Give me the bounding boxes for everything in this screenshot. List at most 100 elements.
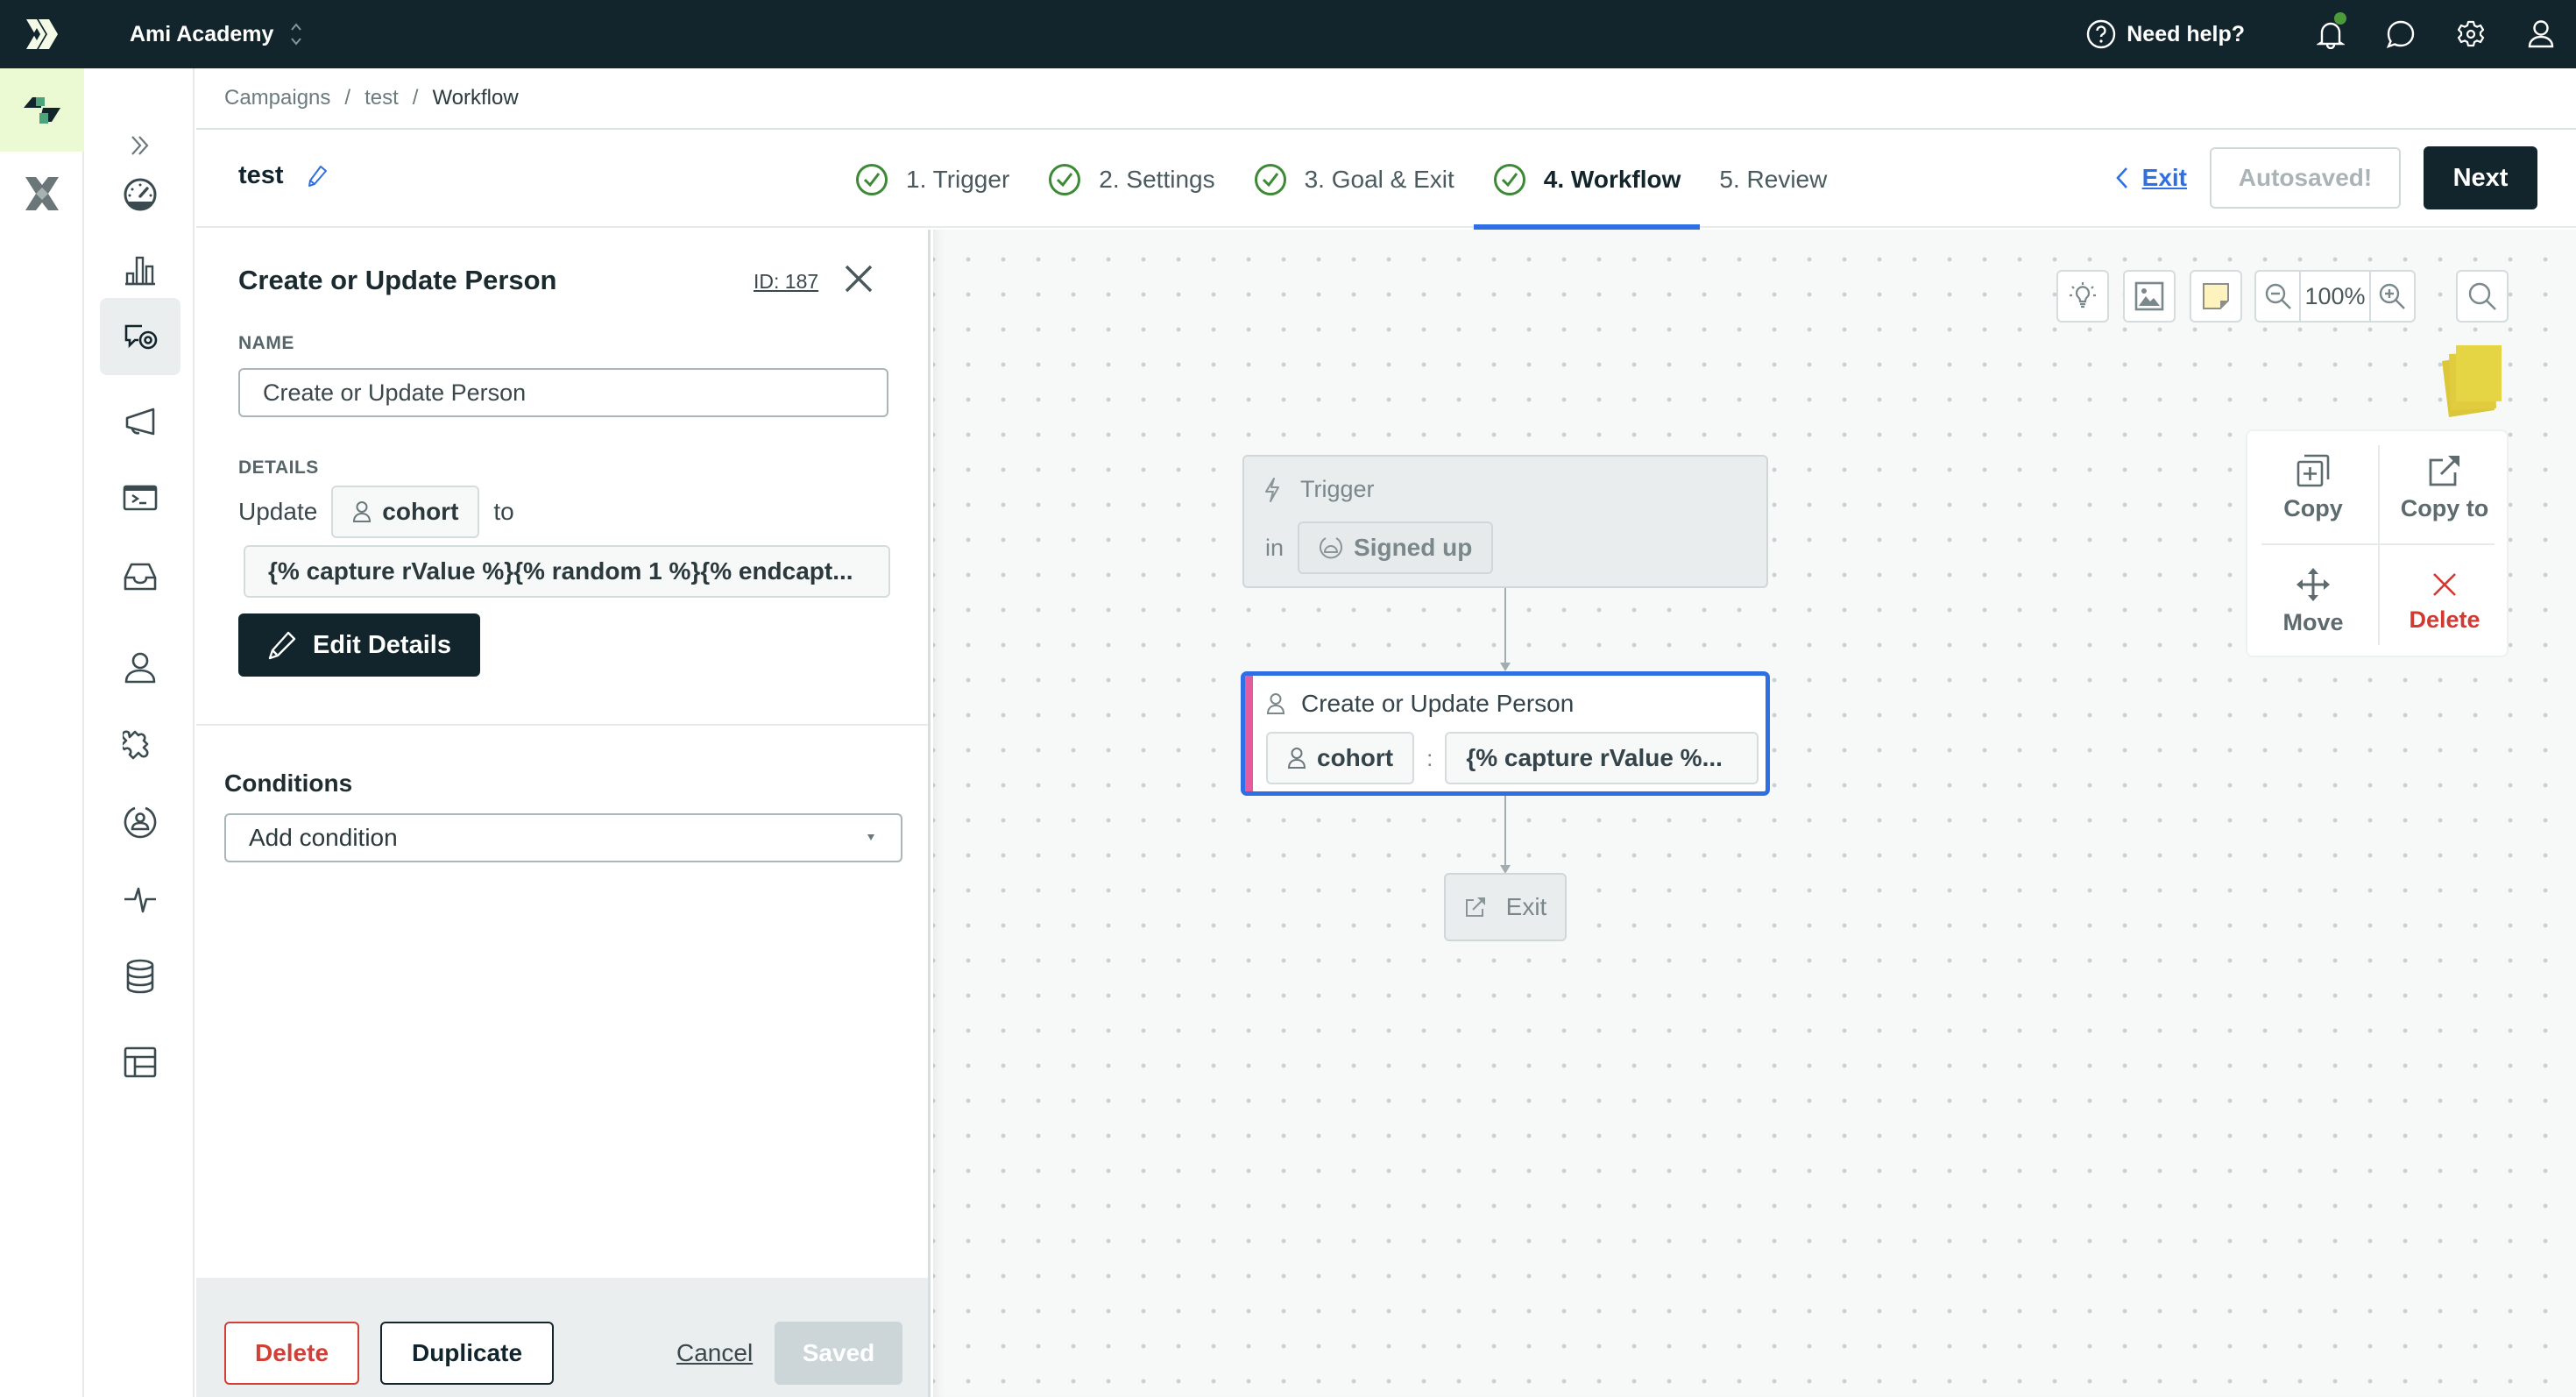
sticky-notes-icon [2442, 345, 2502, 417]
copy-node-button[interactable]: Copy [2247, 431, 2379, 543]
database-icon [126, 959, 154, 994]
node-context-menu: Copy Copy to Move Delete [2246, 429, 2509, 657]
nav-objects[interactable] [100, 1024, 180, 1101]
account-button[interactable] [2506, 0, 2576, 68]
step-trigger[interactable]: 1. Trigger [836, 131, 1029, 228]
next-button[interactable]: Next [2424, 146, 2537, 209]
nav-data[interactable] [100, 938, 180, 1015]
add-note-button[interactable] [2190, 270, 2242, 323]
step-settings[interactable]: 2. Settings [1029, 131, 1234, 228]
terminal-icon [123, 485, 158, 511]
exit-label: Exit [2141, 164, 2187, 191]
copy-label: Copy [2283, 494, 2343, 521]
check-circle-icon [1254, 164, 1286, 195]
nav-broadcasts[interactable] [100, 384, 180, 461]
trigger-title: Trigger [1300, 476, 1375, 502]
zoom-in-button[interactable] [2371, 272, 2414, 321]
breadcrumb-current: Workflow [432, 86, 519, 110]
action-settings-panel: Create or Update Person ID: 187 NAME Cre… [196, 230, 931, 1397]
delete-node-button[interactable]: Delete [2379, 545, 2510, 657]
attribute-value: {% capture rValue %}{% random 1 %}{% end… [244, 545, 890, 598]
nav-analytics[interactable] [100, 231, 180, 308]
app-switcher-rail [0, 68, 84, 1397]
notifications-button[interactable] [2296, 0, 2366, 68]
separator: : [1426, 744, 1433, 771]
settings-button[interactable] [2436, 0, 2506, 68]
sticky-notes-stack[interactable] [2438, 342, 2517, 421]
step-workflow[interactable]: 4. Workflow [1473, 131, 1701, 230]
duplicate-button[interactable]: Duplicate [380, 1322, 554, 1385]
update-word: Update [238, 498, 318, 525]
update-person-node[interactable]: Create or Update Person cohort : {% capt… [1241, 671, 1770, 796]
conditions-title: Conditions [224, 769, 353, 797]
step-goal-exit[interactable]: 3. Goal & Exit [1235, 131, 1474, 228]
search-canvas-button[interactable] [2456, 270, 2509, 323]
workspace-switcher[interactable]: Ami Academy [130, 19, 303, 49]
app-logo-icon[interactable] [25, 18, 60, 51]
close-icon [2433, 572, 2456, 596]
breadcrumb-campaign[interactable]: test [364, 86, 399, 110]
nav-transactional[interactable] [100, 459, 180, 536]
action-id-link[interactable]: ID: 187 [754, 270, 818, 294]
wizard-steps: 1. Trigger 2. Settings 3. Goal & Exit 4.… [836, 131, 1846, 230]
step-label: 4. Workflow [1543, 166, 1681, 193]
help-button[interactable]: Need help? [2086, 19, 2245, 49]
exit-node-label: Exit [1505, 893, 1547, 920]
delete-label: Delete [2409, 606, 2480, 633]
workflow-canvas[interactable]: 100% Copy Copy to Move Delete Trigger in… [933, 230, 2576, 1397]
delete-button[interactable]: Delete [224, 1322, 359, 1385]
user-icon [2528, 20, 2554, 48]
autosaved-button[interactable]: Autosaved! [2210, 147, 2401, 209]
external-link-icon [2429, 455, 2459, 486]
exit-node[interactable]: Exit [1444, 873, 1567, 941]
move-label: Move [2282, 608, 2344, 635]
image-icon [2134, 281, 2164, 311]
nav-campaigns[interactable] [100, 298, 180, 375]
messages-button[interactable] [2366, 0, 2436, 68]
caret-down-icon [867, 834, 874, 840]
saved-button[interactable]: Saved [775, 1322, 902, 1385]
zoom-out-button[interactable] [2256, 272, 2299, 321]
nav-people[interactable] [100, 629, 180, 706]
chevron-updown-icon [291, 23, 302, 46]
table-layout-icon [124, 1046, 157, 1078]
segment-icon [1320, 537, 1342, 559]
name-input[interactable]: Create or Update Person [238, 368, 888, 417]
add-condition-select[interactable]: Add condition [224, 813, 902, 862]
nav-integrations[interactable] [100, 706, 180, 784]
breadcrumb-campaigns[interactable]: Campaigns [224, 86, 330, 110]
pencil-icon [268, 631, 296, 660]
gear-icon [2457, 20, 2485, 47]
add-image-button[interactable] [2123, 270, 2176, 323]
copy-to-button[interactable]: Copy to [2379, 431, 2510, 543]
edit-details-label: Edit Details [313, 630, 451, 659]
breadcrumb: Campaigns / test / Workflow [196, 68, 2576, 130]
help-label: Need help? [2127, 21, 2245, 46]
cancel-button[interactable]: Cancel [676, 1339, 753, 1367]
nav-dashboard[interactable] [100, 156, 180, 233]
copy-plus-icon [2296, 454, 2330, 486]
node-value: {% capture rValue %... [1466, 744, 1723, 771]
app-secondary[interactable] [0, 152, 84, 235]
campaign-name: test [238, 161, 284, 189]
person-icon [1287, 748, 1306, 769]
trigger-node[interactable]: Trigger in Signed up [1242, 455, 1768, 588]
app-journeys[interactable] [0, 68, 84, 152]
name-label: NAME [238, 333, 294, 353]
lightning-icon [1265, 477, 1279, 502]
close-panel-button[interactable] [841, 261, 876, 296]
edit-details-button[interactable]: Edit Details [238, 613, 480, 677]
nav-activity[interactable] [100, 861, 180, 938]
exit-link[interactable]: Exit [2115, 164, 2187, 192]
nav-inbox[interactable] [100, 538, 180, 615]
tips-button[interactable] [2056, 270, 2109, 323]
person-icon [353, 501, 372, 522]
arrow-down-icon [1500, 663, 1511, 671]
puzzle-icon [123, 730, 149, 760]
pencil-icon[interactable] [307, 165, 328, 188]
nav-segments[interactable] [100, 784, 180, 861]
copy-to-label: Copy to [2400, 494, 2489, 521]
step-review[interactable]: 5. Review [1700, 131, 1846, 228]
move-arrows-icon [2296, 567, 2330, 601]
move-node-button[interactable]: Move [2247, 545, 2379, 657]
